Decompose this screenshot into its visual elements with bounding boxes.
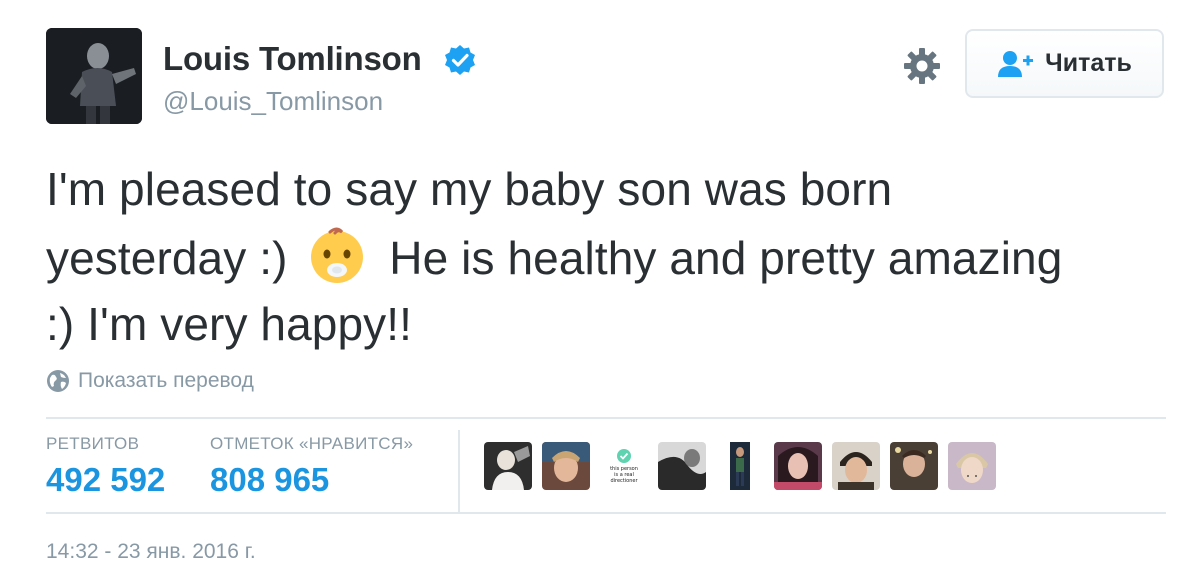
liker-avatar[interactable]: [716, 442, 764, 490]
liker-avatar[interactable]: [484, 442, 532, 490]
liker-avatar[interactable]: this person is a real directioner: [600, 442, 648, 490]
divider-top: [46, 417, 1166, 419]
tweet-text: I'm pleased to say my baby son was born …: [46, 156, 1176, 357]
liker-avatar-6: [774, 442, 822, 490]
gear-icon[interactable]: [903, 47, 941, 85]
user-handle[interactable]: @Louis_Tomlinson: [163, 86, 383, 117]
divider-bottom: [46, 512, 1166, 514]
display-name[interactable]: Louis Tomlinson: [163, 40, 422, 78]
tweet-line-2-end: He is healthy and pretty amazing: [376, 232, 1063, 284]
globe-icon: [47, 370, 69, 392]
liker-avatar[interactable]: [948, 442, 996, 490]
avatar-photo: [46, 28, 142, 124]
liker-avatar[interactable]: [832, 442, 880, 490]
show-translation-label: Показать перевод: [78, 369, 254, 392]
verified-badge-icon: [445, 45, 475, 75]
retweets-label: РЕТВИТОВ: [46, 434, 140, 453]
liker-avatar-4: [658, 442, 706, 490]
liker-avatar-2: [542, 442, 590, 490]
liker-avatar-9: [948, 442, 996, 490]
liker-avatar-7: [832, 442, 880, 490]
show-translation-link[interactable]: Показать перевод: [46, 369, 254, 393]
liker-avatar[interactable]: [774, 442, 822, 490]
liker-avatar-5: [716, 442, 764, 490]
tweet-line-3: :) I'm very happy!!: [46, 298, 413, 350]
follow-button-label: Читать: [1045, 49, 1132, 77]
retweets-count[interactable]: 492 592: [46, 461, 165, 499]
likes-label: ОТМЕТОК «НРАВИТСЯ»: [210, 434, 414, 453]
profile-avatar[interactable]: [46, 28, 142, 124]
liker-avatar[interactable]: [658, 442, 706, 490]
baby-face-emoji-icon: [311, 227, 364, 283]
likes-count[interactable]: 808 965: [210, 461, 329, 499]
follow-button[interactable]: Читать: [965, 29, 1164, 98]
liker-avatar-3: this person is a real directioner: [600, 442, 648, 490]
tweet-line-2: yesterday :) He is healthy and pretty am…: [46, 222, 1176, 291]
tweet-timestamp[interactable]: 14:32 - 23 янв. 2016 г.: [46, 540, 256, 564]
liker-avatar[interactable]: [542, 442, 590, 490]
liker-avatar-1: [484, 442, 532, 490]
tweet-line-2-start: yesterday :): [46, 232, 301, 284]
add-user-icon: [998, 50, 1034, 77]
svg-text:directioner: directioner: [610, 478, 638, 484]
liker-avatar-8: [890, 442, 938, 490]
tweet-line-1: I'm pleased to say my baby son was born: [46, 163, 893, 215]
liker-avatar[interactable]: [890, 442, 938, 490]
stats-separator: [458, 430, 460, 512]
